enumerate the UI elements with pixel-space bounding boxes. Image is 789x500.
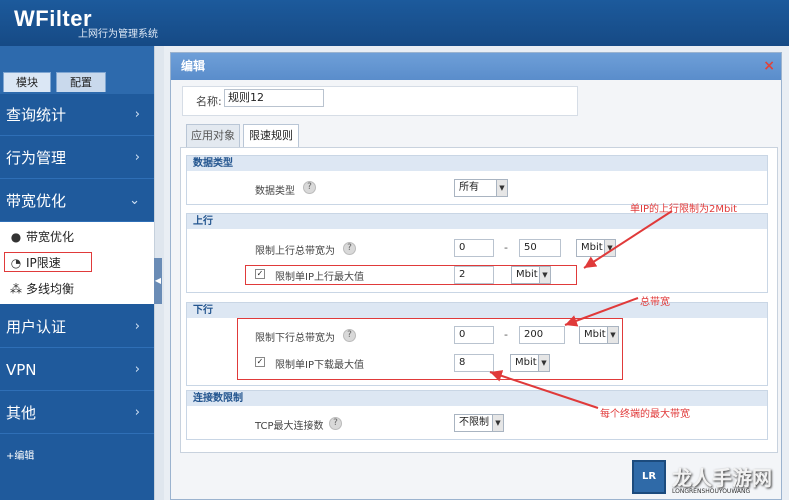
watermark-text: 龙人手游网 xyxy=(672,466,772,490)
submenu-label: 带宽优化 xyxy=(26,230,75,244)
chevron-right-icon: › xyxy=(134,405,140,420)
upload-total-max-input[interactable]: 50 xyxy=(519,239,561,257)
download-per-ip-input[interactable]: 8 xyxy=(454,354,494,372)
select-value: Mbit xyxy=(581,242,603,253)
help-icon[interactable]: ? xyxy=(343,329,356,342)
dropdown-arrow-icon: ▼ xyxy=(492,415,503,431)
annotation-upload: 单IP的上行限制为2Mbit xyxy=(630,204,738,215)
tab-config[interactable]: 配置 xyxy=(56,72,106,92)
select-value: 不限制 xyxy=(459,417,489,428)
watermark-subtext: LONGRENSHOUYOUWANG xyxy=(672,488,751,495)
edit-menu-link[interactable]: +编辑 xyxy=(6,447,34,462)
dropdown-arrow-icon: ▼ xyxy=(604,240,615,256)
upload-total-unit-select[interactable]: Mbit ▼ xyxy=(576,239,616,257)
dropdown-arrow-icon: ▼ xyxy=(607,327,618,343)
dialog-header: 编辑 × xyxy=(171,53,781,80)
download-total-unit-select[interactable]: Mbit ▼ xyxy=(579,326,619,344)
download-total-min-input[interactable]: 0 xyxy=(454,326,494,344)
tcp-max-label: TCP最大连接数 xyxy=(255,421,324,432)
data-type-label: 数据类型 xyxy=(255,186,295,197)
dialog-title: 编辑 xyxy=(181,59,206,73)
collapse-handle-icon[interactable]: ◀ xyxy=(154,258,162,304)
download-per-ip-checkbox[interactable]: ✓ xyxy=(255,357,265,367)
menu-label: 其他 xyxy=(6,404,37,422)
name-input[interactable]: 规则12 xyxy=(224,89,324,107)
bandwidth-submenu: ● 带宽优化 ◔ IP限速 ⁂ 多线均衡 xyxy=(0,222,154,304)
sidebar-tabs: 模块 配置 xyxy=(0,46,154,94)
chevron-right-icon: › xyxy=(134,362,140,377)
submenu-bandwidth-opt[interactable]: ● 带宽优化 xyxy=(0,224,154,250)
menu-user-auth[interactable]: 用户认证 › xyxy=(0,306,154,348)
highlight-box xyxy=(4,252,92,272)
annotation-terminal: 每个终端的最大带宽 xyxy=(600,409,690,420)
menu-label: 查询统计 xyxy=(6,106,67,124)
upload-per-ip-input[interactable]: 2 xyxy=(454,266,494,284)
chevron-right-icon: › xyxy=(134,319,140,334)
chevron-down-icon: ⌄ xyxy=(129,193,140,208)
data-type-select[interactable]: 所有 ▼ xyxy=(454,179,508,197)
menu-bandwidth-opt[interactable]: 带宽优化 ⌄ xyxy=(0,180,154,222)
select-value: 所有 xyxy=(459,182,479,193)
dropdown-arrow-icon: ▼ xyxy=(538,355,549,371)
brand-subtitle: 上网行为管理系统 xyxy=(78,29,158,40)
help-icon[interactable]: ? xyxy=(343,242,356,255)
circle-icon: ● xyxy=(10,230,22,244)
menu-label: 带宽优化 xyxy=(6,192,67,210)
network-icon: ⁂ xyxy=(10,282,22,296)
menu-label: 用户认证 xyxy=(6,318,67,336)
watermark-badge: LR xyxy=(632,460,666,494)
upload-total-label: 限制上行总带宽为 xyxy=(255,246,335,257)
dropdown-arrow-icon: ▼ xyxy=(539,267,550,283)
menu-query-stats[interactable]: 查询统计 › xyxy=(0,94,154,136)
section-title: 连接数限制 xyxy=(187,391,767,406)
select-value: Mbit xyxy=(584,329,606,340)
tab-speed-rules[interactable]: 限速规则 xyxy=(243,124,299,148)
download-total-label: 限制下行总带宽为 xyxy=(255,333,335,344)
upload-total-min-input[interactable]: 0 xyxy=(454,239,494,257)
top-banner: WFilter 上网行为管理系统 xyxy=(0,0,789,46)
select-value: Mbit xyxy=(515,357,537,368)
chevron-right-icon: › xyxy=(134,150,140,165)
chevron-right-icon: › xyxy=(134,107,140,122)
select-value: Mbit xyxy=(516,269,538,280)
name-label: 名称: xyxy=(196,95,222,108)
range-dash: - xyxy=(504,328,508,341)
section-title: 上行 xyxy=(187,214,767,229)
sidebar: 模块 配置 查询统计 › 行为管理 › 带宽优化 ⌄ ● 带宽优化 ◔ IP限速 ⁂… xyxy=(0,46,154,500)
menu-vpn[interactable]: VPN › xyxy=(0,349,154,391)
menu-label: 行为管理 xyxy=(6,149,67,167)
section-title: 数据类型 xyxy=(187,156,767,171)
range-dash: - xyxy=(504,241,508,254)
section-title: 下行 xyxy=(187,303,767,318)
help-icon[interactable]: ? xyxy=(303,181,316,194)
tab-modules[interactable]: 模块 xyxy=(3,72,51,92)
tab-apply-target[interactable]: 应用对象 xyxy=(186,124,240,148)
download-per-ip-unit-select[interactable]: Mbit ▼ xyxy=(510,354,550,372)
upload-per-ip-label: 限制单IP上行最大值 xyxy=(275,272,364,283)
watermark-logo: LR 龙人手游网 LONGRENSHOUYOUWANG xyxy=(632,460,782,498)
download-per-ip-label: 限制单IP下载最大值 xyxy=(275,360,364,371)
menu-other[interactable]: 其他 › xyxy=(0,392,154,434)
close-icon[interactable]: × xyxy=(763,53,775,80)
tcp-max-select[interactable]: 不限制 ▼ xyxy=(454,414,504,432)
upload-per-ip-checkbox[interactable]: ✓ xyxy=(255,269,265,279)
annotation-total: 总带宽 xyxy=(640,297,670,308)
upload-per-ip-unit-select[interactable]: Mbit ▼ xyxy=(511,266,551,284)
help-icon[interactable]: ? xyxy=(329,417,342,430)
menu-behavior-mgmt[interactable]: 行为管理 › xyxy=(0,137,154,179)
menu-label: VPN xyxy=(6,361,37,379)
submenu-label: 多线均衡 xyxy=(26,282,75,296)
submenu-multiline[interactable]: ⁂ 多线均衡 xyxy=(0,276,154,302)
download-total-max-input[interactable]: 200 xyxy=(519,326,565,344)
dropdown-arrow-icon: ▼ xyxy=(496,180,507,196)
submenu-ip-limit[interactable]: ◔ IP限速 xyxy=(0,250,154,276)
